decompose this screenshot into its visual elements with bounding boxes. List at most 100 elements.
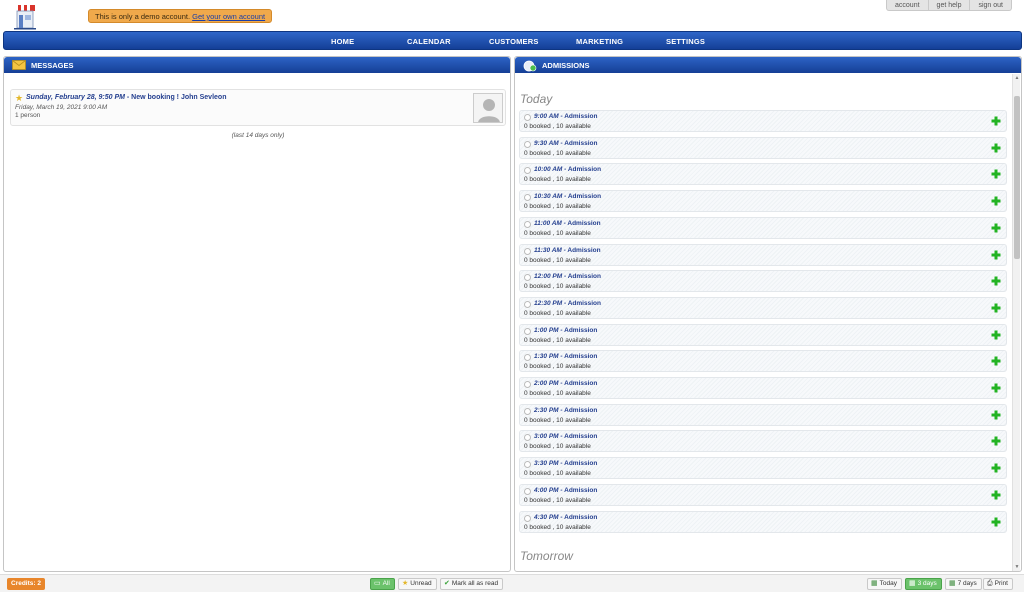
admission-slot[interactable]: 12:00 PM - Admission 0 booked , 10 availa… xyxy=(519,270,1007,293)
add-booking-icon[interactable] xyxy=(991,276,1001,286)
scroll-up-arrow[interactable]: ▲ xyxy=(1013,74,1021,82)
slot-radio[interactable] xyxy=(524,407,531,415)
add-booking-icon[interactable] xyxy=(991,436,1001,446)
checkmark-icon: ✔ xyxy=(444,580,450,587)
slot-title[interactable]: 2:30 PM - Admission xyxy=(534,407,597,414)
star-icon[interactable]: ★ xyxy=(15,94,23,103)
add-booking-icon[interactable] xyxy=(991,143,1001,153)
view-today-button[interactable]: ▦ Today xyxy=(867,578,902,590)
admission-slot[interactable]: 10:30 AM - Admission 0 booked , 10 availa… xyxy=(519,190,1007,213)
slot-radio[interactable] xyxy=(524,327,531,335)
get-help-link[interactable]: get help xyxy=(929,0,971,10)
bottom-bar: Credits: 2 ▭ All ★ Unread ✔ Mark all as … xyxy=(0,574,1024,592)
add-booking-icon[interactable] xyxy=(991,356,1001,366)
slot-radio[interactable] xyxy=(524,461,531,469)
add-booking-icon[interactable] xyxy=(991,330,1001,340)
nav-calendar[interactable]: CALENDAR xyxy=(407,37,451,46)
slot-radio[interactable] xyxy=(524,381,531,388)
add-booking-icon[interactable] xyxy=(991,303,1001,313)
admission-slot[interactable]: 10:00 AM - Admission 0 booked , 10 availa… xyxy=(519,163,1007,186)
nav-home[interactable]: HOME xyxy=(331,37,354,46)
admissions-scrollbar[interactable]: ▲ ▼ xyxy=(1012,74,1020,571)
slot-title[interactable]: 9:00 AM - Admission xyxy=(534,113,597,120)
slot-time: 11:30 AM xyxy=(534,246,562,254)
admission-slot[interactable]: 2:00 PM - Admission 0 booked , 10 availab… xyxy=(519,377,1007,399)
slot-title[interactable]: 10:30 AM - Admission xyxy=(534,193,601,200)
account-link[interactable]: account xyxy=(887,0,929,10)
slot-title[interactable]: 10:00 AM - Admission xyxy=(534,166,601,173)
admission-slot[interactable]: 3:30 PM - Admission 0 booked , 10 availab… xyxy=(519,457,1007,480)
calendar-icon: ▦ xyxy=(909,580,916,587)
slot-title[interactable]: 12:00 PM - Admission xyxy=(534,273,601,280)
slot-title[interactable]: 4:30 PM - Admission xyxy=(534,514,597,521)
add-booking-icon[interactable] xyxy=(991,410,1001,420)
admission-slot[interactable]: 11:00 AM - Admission 0 booked , 10 availa… xyxy=(519,216,1007,239)
admission-slot[interactable]: 4:30 PM - Admission 0 booked , 10 availab… xyxy=(519,510,1007,533)
admission-slot[interactable]: 2:30 PM - Admission 0 booked , 10 availab… xyxy=(519,403,1007,426)
slot-time: 3:30 PM xyxy=(534,460,559,468)
mark-all-read-button[interactable]: ✔ Mark all as read xyxy=(440,578,504,590)
slot-title[interactable]: 4:00 PM - Admission xyxy=(534,487,597,494)
add-booking-icon[interactable] xyxy=(991,383,1001,393)
nav-settings[interactable]: SETTINGS xyxy=(666,37,705,46)
slot-name: - Admission xyxy=(564,166,602,174)
scroll-down-arrow[interactable]: ▼ xyxy=(1013,563,1021,571)
slot-radio[interactable] xyxy=(524,220,531,228)
admission-slot[interactable]: 3:00 PM - Admission 0 booked , 10 availab… xyxy=(519,430,1007,453)
slot-radio[interactable] xyxy=(524,487,531,495)
nav-marketing[interactable]: MARKETING xyxy=(576,37,623,46)
slot-title[interactable]: 9:30 AM - Admission xyxy=(534,140,597,147)
storefront-logo-icon[interactable] xyxy=(12,2,38,30)
add-booking-icon[interactable] xyxy=(991,169,1001,179)
slot-radio[interactable] xyxy=(524,300,531,308)
filter-unread-button[interactable]: ★ Unread xyxy=(398,578,437,590)
slot-title[interactable]: 1:30 PM - Admission xyxy=(534,353,597,360)
admission-slot[interactable]: 1:30 PM - Admission 0 booked , 10 availab… xyxy=(519,350,1007,373)
admissions-list[interactable]: Today 9:00 AM - Admission 0 booked , 10 a… xyxy=(515,74,1021,571)
sign-out-link[interactable]: sign out xyxy=(970,0,1011,10)
add-booking-icon[interactable] xyxy=(991,116,1001,126)
print-button[interactable]: ⎙ Print xyxy=(983,578,1013,590)
add-booking-icon[interactable] xyxy=(991,463,1001,473)
add-booking-icon[interactable] xyxy=(991,490,1001,500)
slot-radio[interactable] xyxy=(524,514,531,522)
add-booking-icon[interactable] xyxy=(991,517,1001,527)
slot-radio[interactable] xyxy=(524,247,531,255)
message-item[interactable]: ★ Sunday, February 28, 9:50 PM - New boo… xyxy=(10,89,506,126)
credits-badge[interactable]: Credits: 2 xyxy=(7,578,45,590)
get-own-account-link[interactable]: Get your own account xyxy=(192,12,265,21)
slot-name: - Admission xyxy=(560,433,598,441)
filter-all-button[interactable]: ▭ All xyxy=(370,578,395,590)
slot-time: 2:30 PM xyxy=(534,406,559,414)
slot-radio[interactable] xyxy=(524,140,531,148)
view-3-days-button[interactable]: ▦ 3 days xyxy=(905,578,942,590)
admission-slot[interactable]: 1:00 PM - Admission 0 booked , 10 availab… xyxy=(519,323,1007,346)
slot-title[interactable]: 1:00 PM - Admission xyxy=(534,327,597,334)
slot-title[interactable]: 3:30 PM - Admission xyxy=(534,460,597,467)
slot-radio[interactable] xyxy=(524,114,531,121)
slot-title[interactable]: 11:30 AM - Admission xyxy=(534,247,601,254)
admission-slot[interactable]: 4:00 PM - Admission 0 booked , 10 availab… xyxy=(519,483,1007,506)
admission-slot[interactable]: 12:30 PM - Admission 0 booked , 10 availa… xyxy=(519,296,1007,319)
add-booking-icon[interactable] xyxy=(991,250,1001,260)
slot-title[interactable]: 12:30 PM - Admission xyxy=(534,300,601,307)
slot-radio[interactable] xyxy=(524,354,531,362)
slot-title[interactable]: 3:00 PM - Admission xyxy=(534,433,597,440)
slot-radio[interactable] xyxy=(524,167,531,175)
scroll-thumb[interactable] xyxy=(1014,96,1020,259)
admission-slot[interactable]: 9:30 AM - Admission 0 booked , 10 availab… xyxy=(519,136,1007,159)
nav-customers[interactable]: CUSTOMERS xyxy=(489,37,539,46)
slot-radio[interactable] xyxy=(524,274,531,282)
tomorrow-label: Tomorrow xyxy=(520,549,573,563)
slot-name: - Admission xyxy=(560,486,598,494)
view-7-days-button[interactable]: ▦ 7 days xyxy=(945,578,982,590)
slot-title[interactable]: 11:00 AM - Admission xyxy=(534,220,601,227)
admission-slot[interactable]: 11:30 AM - Admission 0 booked , 10 availa… xyxy=(519,243,1007,266)
slot-radio[interactable] xyxy=(524,194,531,202)
add-booking-icon[interactable] xyxy=(991,196,1001,206)
slot-radio[interactable] xyxy=(524,434,531,442)
admission-slot[interactable]: 9:00 AM - Admission 0 booked , 10 availab… xyxy=(519,110,1007,132)
slot-title[interactable]: 2:00 PM - Admission xyxy=(534,380,597,387)
add-booking-icon[interactable] xyxy=(991,223,1001,233)
message-persons: 1 person xyxy=(15,112,41,119)
